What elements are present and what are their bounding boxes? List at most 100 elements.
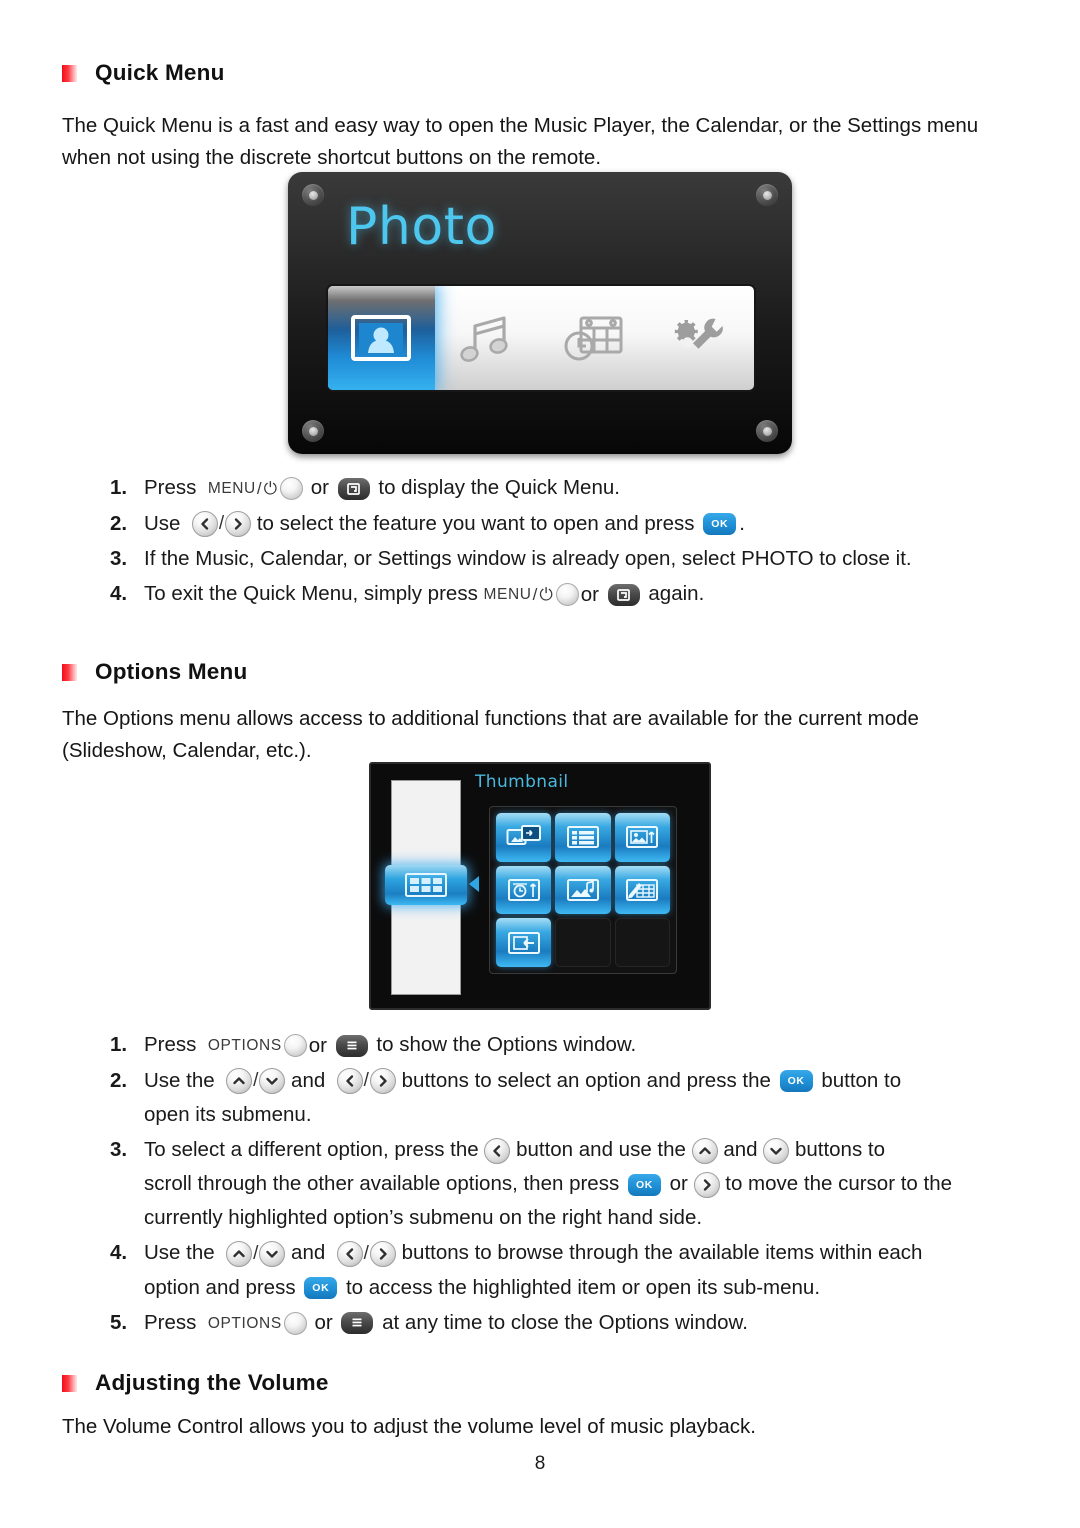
menu-power-round-button[interactable] (555, 583, 579, 607)
step-text: button to (821, 1068, 902, 1092)
step-text: buttons to select an option and press th… (401, 1068, 771, 1092)
step-text: scroll through the other available optio… (144, 1172, 620, 1196)
up-arrow-button[interactable] (226, 1240, 253, 1267)
step-text: Use the (144, 1241, 215, 1265)
options-grid-item[interactable] (496, 918, 552, 967)
options-cursor-arrow-icon (469, 876, 479, 892)
options-round-button[interactable] (283, 1311, 307, 1335)
down-arrow-button[interactable] (259, 1240, 286, 1267)
step-text: buttons to (794, 1138, 885, 1162)
menu-power-round-button[interactable] (280, 477, 304, 501)
right-arrow-button[interactable] (693, 1171, 720, 1198)
quick-menu-intro-paragraph: The Quick Menu is a fast and easy way to… (62, 114, 979, 169)
options-grid-item[interactable] (496, 813, 552, 862)
right-arrow-button[interactable] (369, 1068, 396, 1095)
list-menu-icon (347, 1041, 357, 1049)
chevron-up-icon (233, 1250, 245, 1257)
step-text: and (291, 1068, 326, 1092)
step-body: Press MENU / ⏻ or to display the Quick Men… (144, 471, 1030, 506)
step-number: 5. (110, 1310, 128, 1334)
step-text: again. (648, 582, 705, 606)
options-menu-heading: Options Menu (62, 659, 247, 685)
down-arrow-button[interactable] (259, 1068, 286, 1095)
photo-frame-icon (626, 826, 659, 849)
step-body: Use the / and / (144, 1236, 1030, 1305)
step-number: 1. (110, 1033, 128, 1056)
power-icon: ⏻ (263, 479, 278, 499)
quick-menu-item-calendar[interactable] (541, 286, 648, 390)
down-arrow-button[interactable] (763, 1137, 790, 1164)
options-key-button[interactable] (341, 1312, 374, 1335)
list-item: 4. To exit the Quick Menu, simply press … (110, 577, 1030, 612)
step-text: option and press (144, 1275, 296, 1299)
slash-separator: / (253, 1070, 259, 1092)
list-view-icon (566, 826, 599, 849)
edit-calendar-icon (626, 878, 659, 901)
options-menu-intro-paragraph: The Options menu allows access to additi… (62, 707, 919, 762)
right-arrow-button[interactable] (225, 511, 252, 538)
quick-menu-item-photo[interactable] (328, 286, 435, 390)
slash-separator: / (363, 1242, 369, 1264)
quick-menu-item-settings[interactable] (648, 286, 755, 390)
options-grid-item[interactable] (614, 865, 670, 915)
left-arrow-button[interactable] (191, 511, 218, 538)
right-arrow-button[interactable] (369, 1240, 396, 1267)
left-arrow-button[interactable] (336, 1068, 363, 1095)
step-text: and (291, 1241, 326, 1265)
options-round-button[interactable] (283, 1034, 307, 1058)
options-grid-item[interactable] (496, 865, 552, 915)
volume-heading: Adjusting the Volume (62, 1370, 329, 1396)
music-slideshow-icon (566, 878, 599, 901)
step-text: to access the highlighted item or open i… (345, 1275, 821, 1299)
step-text: to show the Options window. (376, 1033, 637, 1056)
chevron-right-icon (379, 1075, 387, 1087)
options-grid-item[interactable] (555, 813, 611, 862)
chevron-right-icon (703, 1179, 711, 1191)
step-body: To exit the Quick Menu, simply press MEN… (144, 577, 1030, 612)
step-text: to display the Quick Menu. (378, 476, 620, 499)
left-arrow-button[interactable] (336, 1240, 363, 1267)
list-item: 2. Use / to select the feature you want … (110, 507, 1030, 542)
step-text: Press (144, 1033, 197, 1056)
options-grid-item[interactable] (614, 813, 670, 862)
step-text: Press (144, 1310, 197, 1334)
quick-menu-heading: Quick Menu (62, 60, 225, 86)
step-number: 4. (110, 1241, 128, 1265)
quickmenu-glyph-icon (347, 482, 361, 495)
ok-button[interactable]: OK (779, 1070, 813, 1093)
step-body: Press OPTIONS or to show the Options wind… (144, 1028, 1030, 1063)
options-grid-item[interactable] (555, 865, 611, 915)
quick-menu-item-music[interactable] (435, 286, 542, 390)
up-arrow-button[interactable] (226, 1068, 253, 1095)
gear-wrench-icon (674, 318, 723, 349)
options-menu-steps: 1. Press OPTIONS or to show the Options … (110, 1028, 1030, 1341)
calendar-clock-icon (564, 316, 623, 361)
slash-separator: / (218, 513, 225, 535)
menu-key-label: MENU (207, 479, 256, 497)
step-text: To exit the Quick Menu, simply press (144, 582, 478, 606)
slash-separator: / (532, 585, 538, 605)
slash-separator: / (363, 1070, 369, 1092)
chevron-left-icon (346, 1248, 353, 1260)
ok-button[interactable]: OK (304, 1277, 338, 1300)
step-text: Press (144, 476, 197, 499)
step-number: 4. (110, 582, 128, 606)
left-arrow-button[interactable] (484, 1137, 511, 1164)
step-text: to select the feature you want to open a… (256, 511, 695, 535)
chevron-up-icon (233, 1077, 245, 1085)
chevron-down-icon (266, 1250, 278, 1258)
ok-button[interactable]: OK (703, 513, 737, 536)
screw-icon (756, 184, 778, 206)
options-sidebar-selected-item[interactable] (385, 865, 467, 905)
power-icon: ⏻ (539, 585, 553, 605)
options-key-button[interactable] (335, 1034, 368, 1057)
step-body: Press OPTIONS or at any time to close th… (144, 1306, 1030, 1341)
step-text: . (739, 511, 745, 535)
step-body: If the Music, Calendar, or Settings wind… (144, 547, 912, 571)
list-item: 4. Use the / and / buttons to browse thr… (110, 1236, 1030, 1305)
ok-button[interactable]: OK (627, 1173, 661, 1196)
up-arrow-button[interactable] (691, 1137, 718, 1164)
quickmenu-key-button[interactable] (337, 477, 370, 500)
step-text: Use (144, 511, 181, 535)
quickmenu-key-button[interactable] (607, 583, 640, 606)
